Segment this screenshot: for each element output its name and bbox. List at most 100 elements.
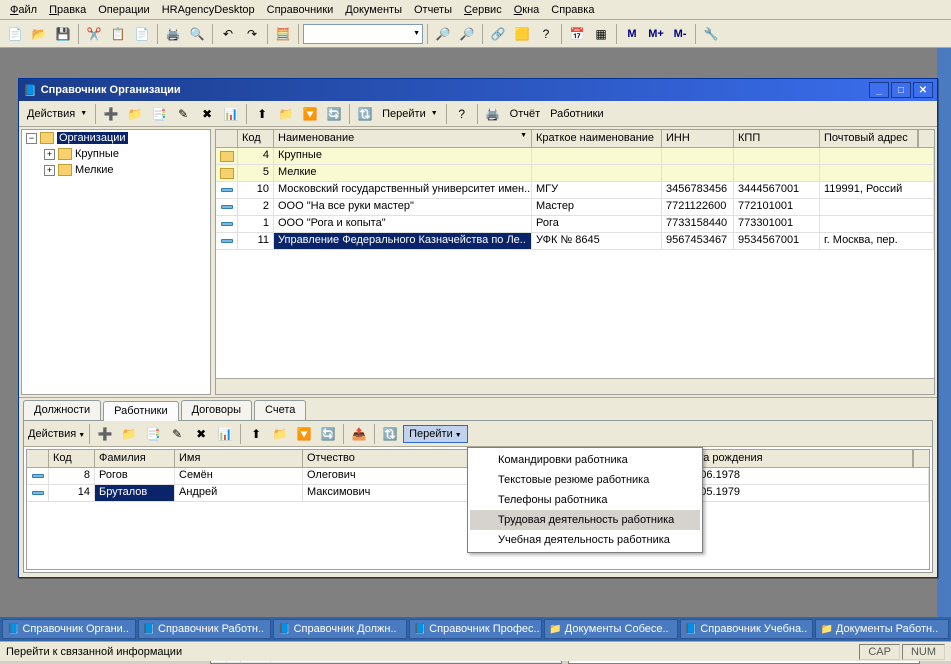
- col-code[interactable]: Код: [238, 130, 274, 147]
- menu-service[interactable]: Сервис: [458, 2, 508, 18]
- filter-off-icon[interactable]: 🔄: [317, 423, 339, 445]
- print-icon[interactable]: 🖨️: [162, 23, 184, 45]
- add-group-icon[interactable]: 📁: [124, 103, 146, 125]
- menu-windows[interactable]: Окна: [508, 2, 546, 18]
- redo-icon[interactable]: ↷: [241, 23, 263, 45]
- calc-icon[interactable]: 🧮: [272, 23, 294, 45]
- memory-m-icon[interactable]: M: [621, 23, 643, 45]
- collapse-icon[interactable]: −: [26, 133, 37, 144]
- col-firstname[interactable]: Имя: [175, 450, 303, 467]
- menu-file[interactable]: Файл: [4, 2, 43, 18]
- col-addr[interactable]: Почтовый адрес: [820, 130, 918, 147]
- mark-delete-icon[interactable]: ✖: [196, 103, 218, 125]
- task-docs-workers[interactable]: 📁Документы Работн..: [815, 619, 949, 639]
- table-row[interactable]: 1ООО "Рога и копыта"Рога7733158440773301…: [216, 216, 934, 233]
- tab-positions[interactable]: Должности: [23, 400, 101, 420]
- move-to-group-icon[interactable]: 📁: [275, 103, 297, 125]
- find-next-icon[interactable]: 🔎: [456, 23, 478, 45]
- filter-off-icon[interactable]: 🔄: [323, 103, 345, 125]
- table-row[interactable]: 4Крупные: [216, 148, 934, 165]
- settings-icon[interactable]: 🔧: [700, 23, 722, 45]
- memory-mminus-icon[interactable]: M-: [669, 23, 691, 45]
- org-tree[interactable]: − Организации + Крупные + Мелкие: [21, 129, 211, 395]
- filter-icon[interactable]: 🔽: [293, 423, 315, 445]
- tab-contracts[interactable]: Договоры: [181, 400, 252, 420]
- task-professions[interactable]: 📘Справочник Профес..: [409, 619, 543, 639]
- menu-item-study-activity[interactable]: Учебная деятельность работника: [470, 530, 700, 550]
- move-up-icon[interactable]: ⬆: [245, 423, 267, 445]
- table-row[interactable]: 5Мелкие: [216, 165, 934, 182]
- expand-icon[interactable]: +: [44, 165, 55, 176]
- new-doc-icon[interactable]: 📄: [4, 23, 26, 45]
- undo-icon[interactable]: ↶: [217, 23, 239, 45]
- print-window-icon[interactable]: 🖨️: [482, 103, 504, 125]
- open-icon[interactable]: 📂: [28, 23, 50, 45]
- tree-root[interactable]: − Организации: [22, 130, 210, 146]
- cut-icon[interactable]: ✂️: [83, 23, 105, 45]
- task-study[interactable]: 📘Справочник Учебна..: [680, 619, 814, 639]
- refresh-icon[interactable]: 🔃: [354, 103, 376, 125]
- table-row[interactable]: 11Управление Федерального Казначейства п…: [216, 233, 934, 250]
- calendar-icon[interactable]: 📅: [566, 23, 588, 45]
- task-interviews[interactable]: 📁Документы Собесе..: [544, 619, 678, 639]
- menu-item-trips[interactable]: Командировки работника: [470, 450, 700, 470]
- menu-documents[interactable]: Документы: [339, 2, 408, 18]
- org-grid[interactable]: Код Наименование▼ Краткое наименование И…: [215, 129, 935, 395]
- col-name[interactable]: Наименование▼: [274, 130, 532, 147]
- add-icon[interactable]: ➕: [100, 103, 122, 125]
- add-group-icon[interactable]: 📁: [118, 423, 140, 445]
- filter-icon[interactable]: 🔽: [299, 103, 321, 125]
- edit-icon[interactable]: ✎: [166, 423, 188, 445]
- move-to-group-icon[interactable]: 📁: [269, 423, 291, 445]
- goto-dropdown[interactable]: Перейти▼: [378, 106, 442, 122]
- task-org[interactable]: 📘Справочник Органи..: [2, 619, 136, 639]
- move-up-icon[interactable]: ⬆: [251, 103, 273, 125]
- hierarchy-icon[interactable]: 📊: [214, 423, 236, 445]
- report-link[interactable]: Отчёт: [506, 108, 544, 120]
- period-combo[interactable]: ▼: [303, 24, 423, 44]
- menu-operations[interactable]: Операции: [92, 2, 155, 18]
- paste-icon[interactable]: 📄: [131, 23, 153, 45]
- output-icon[interactable]: 📤: [348, 423, 370, 445]
- preview-icon[interactable]: 🔍: [186, 23, 208, 45]
- tree-item-large[interactable]: + Крупные: [22, 146, 210, 162]
- menu-item-text-resumes[interactable]: Текстовые резюме работника: [470, 470, 700, 490]
- h-scrollbar[interactable]: [216, 378, 934, 394]
- add-icon[interactable]: ➕: [94, 423, 116, 445]
- task-workers[interactable]: 📘Справочник Работн..: [138, 619, 272, 639]
- link-icon[interactable]: 🔗: [487, 23, 509, 45]
- minimize-button[interactable]: _: [869, 82, 889, 98]
- col-inn[interactable]: ИНН: [662, 130, 734, 147]
- close-button[interactable]: ✕: [913, 82, 933, 98]
- table-row[interactable]: 2ООО "На все руки мастер"Мастер772112260…: [216, 199, 934, 216]
- menu-help[interactable]: Справка: [545, 2, 600, 18]
- menu-edit[interactable]: Правка: [43, 2, 92, 18]
- add-copy-icon[interactable]: 📑: [142, 423, 164, 445]
- col-lastname[interactable]: Фамилия: [95, 450, 175, 467]
- task-positions[interactable]: 📘Справочник Должн..: [273, 619, 407, 639]
- help-btn-icon[interactable]: ?: [535, 23, 557, 45]
- add-copy-icon[interactable]: 📑: [148, 103, 170, 125]
- workers-link[interactable]: Работники: [546, 108, 607, 120]
- menu-item-phones[interactable]: Телефоны работника: [470, 490, 700, 510]
- menu-reports[interactable]: Отчеты: [408, 2, 458, 18]
- expand-icon[interactable]: +: [44, 149, 55, 160]
- save-icon[interactable]: 💾: [52, 23, 74, 45]
- hierarchy-icon[interactable]: 📊: [220, 103, 242, 125]
- help-window-icon[interactable]: ?: [451, 103, 473, 125]
- tree-item-small[interactable]: + Мелкие: [22, 162, 210, 178]
- find-icon[interactable]: 🔎: [432, 23, 454, 45]
- menu-item-work-activity[interactable]: Трудовая деятельность работника: [470, 510, 700, 530]
- grid-icon[interactable]: ▦: [590, 23, 612, 45]
- actions-dropdown[interactable]: Действия▼: [28, 428, 85, 440]
- table-row[interactable]: 10Московский государственный университет…: [216, 182, 934, 199]
- col-dob[interactable]: Дата рождения: [681, 450, 913, 467]
- actions-dropdown[interactable]: Действия▼: [23, 106, 91, 122]
- goto-dropdown-workers[interactable]: Перейти▼: [403, 425, 468, 443]
- copy-icon[interactable]: 📋: [107, 23, 129, 45]
- col-short[interactable]: Краткое наименование: [532, 130, 662, 147]
- titlebar[interactable]: 📘 Справочник Организации _ □ ✕: [19, 79, 937, 101]
- refresh-icon[interactable]: 🔃: [379, 423, 401, 445]
- tab-workers[interactable]: Работники: [103, 401, 178, 421]
- tab-accounts[interactable]: Счета: [254, 400, 306, 420]
